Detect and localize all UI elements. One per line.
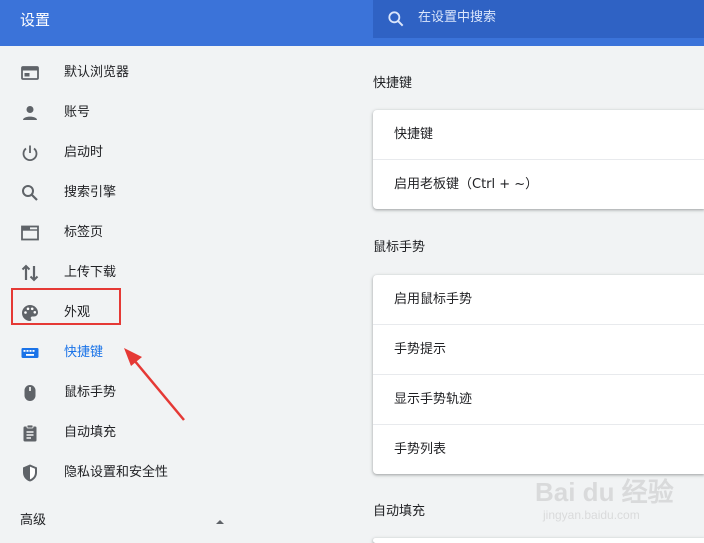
sidebar-item-label: 隐私设置和安全性 xyxy=(64,465,169,480)
search-icon xyxy=(388,11,404,27)
up-down-arrows-icon xyxy=(21,264,39,282)
sidebar-item-label: 快捷键 xyxy=(64,345,104,360)
row-shortcuts[interactable]: 快捷键 xyxy=(373,110,704,159)
sidebar-item-privacy-security[interactable]: 隐私设置和安全性 xyxy=(0,453,260,493)
caret-up-icon[interactable] xyxy=(214,517,226,525)
top-bar: 设置 在设置中搜索 xyxy=(0,0,704,46)
watermark-url: jingyan.baidu.com xyxy=(543,508,640,522)
row-gesture-list[interactable]: 手势列表 xyxy=(373,424,704,474)
autofill-card xyxy=(373,538,704,543)
section-title-autofill: 自动填充 xyxy=(373,504,426,519)
sidebar-item-label: 默认浏览器 xyxy=(64,65,130,80)
baidu-watermark-logo: Bai du 经验 jingyan.baidu.com xyxy=(535,472,695,528)
mouse-icon xyxy=(24,385,36,401)
clipboard-icon xyxy=(23,424,37,442)
row-show-gesture-trail[interactable]: 显示手势轨迹 xyxy=(373,374,704,424)
sidebar-item-account[interactable]: 账号 xyxy=(0,93,260,133)
row-enable-mouse-gestures[interactable]: 启用鼠标手势 xyxy=(373,275,704,324)
sidebar-item-tabs[interactable]: 标签页 xyxy=(0,213,260,253)
sidebar-item-mouse-gestures[interactable]: 鼠标手势 xyxy=(0,373,260,413)
mouse-gestures-card: 启用鼠标手势 手势提示 显示手势轨迹 手势列表 xyxy=(373,275,704,474)
sidebar-item-default-browser[interactable]: 默认浏览器 xyxy=(0,53,260,93)
search-placeholder: 在设置中搜索 xyxy=(418,10,497,25)
sidebar-item-upload-download[interactable]: 上传下载 xyxy=(0,253,260,293)
search-icon xyxy=(22,185,38,201)
sidebar-item-label: 启动时 xyxy=(64,145,104,160)
power-icon xyxy=(22,145,38,162)
row-boss-key[interactable]: 启用老板键（Ctrl + ~） xyxy=(373,159,704,209)
sidebar-item-autofill[interactable]: 自动填充 xyxy=(0,413,260,453)
sidebar-item-search-engine[interactable]: 搜索引擎 xyxy=(0,173,260,213)
person-icon xyxy=(23,106,37,120)
page-title: 设置 xyxy=(20,11,51,29)
sidebar-item-on-startup[interactable]: 启动时 xyxy=(0,133,260,173)
section-title-mouse-gestures: 鼠标手势 xyxy=(373,240,426,255)
row-gesture-hint[interactable]: 手势提示 xyxy=(373,324,704,374)
watermark-brand: Bai du 经验 xyxy=(535,477,674,507)
tab-icon xyxy=(21,225,39,241)
sidebar-item-label: 自动填充 xyxy=(64,425,117,440)
sidebar-item-label: 搜索引擎 xyxy=(64,185,117,200)
browser-window-icon xyxy=(21,66,39,80)
sidebar-item-label: 上传下载 xyxy=(64,265,117,280)
highlight-annotation xyxy=(11,288,121,325)
sidebar-item-label: 账号 xyxy=(64,105,91,120)
shortcuts-card: 快捷键 启用老板键（Ctrl + ~） xyxy=(373,110,704,209)
sidebar-item-label: 鼠标手势 xyxy=(64,385,117,400)
shield-icon xyxy=(23,464,37,482)
sidebar-item-shortcuts[interactable]: 快捷键 xyxy=(0,333,260,373)
section-title-shortcuts: 快捷键 xyxy=(373,76,413,91)
sidebar-item-label: 标签页 xyxy=(64,225,104,240)
search-input[interactable]: 在设置中搜索 xyxy=(373,0,704,38)
keyboard-icon xyxy=(21,348,39,358)
sidebar-advanced-toggle[interactable]: 高级 xyxy=(20,511,46,531)
